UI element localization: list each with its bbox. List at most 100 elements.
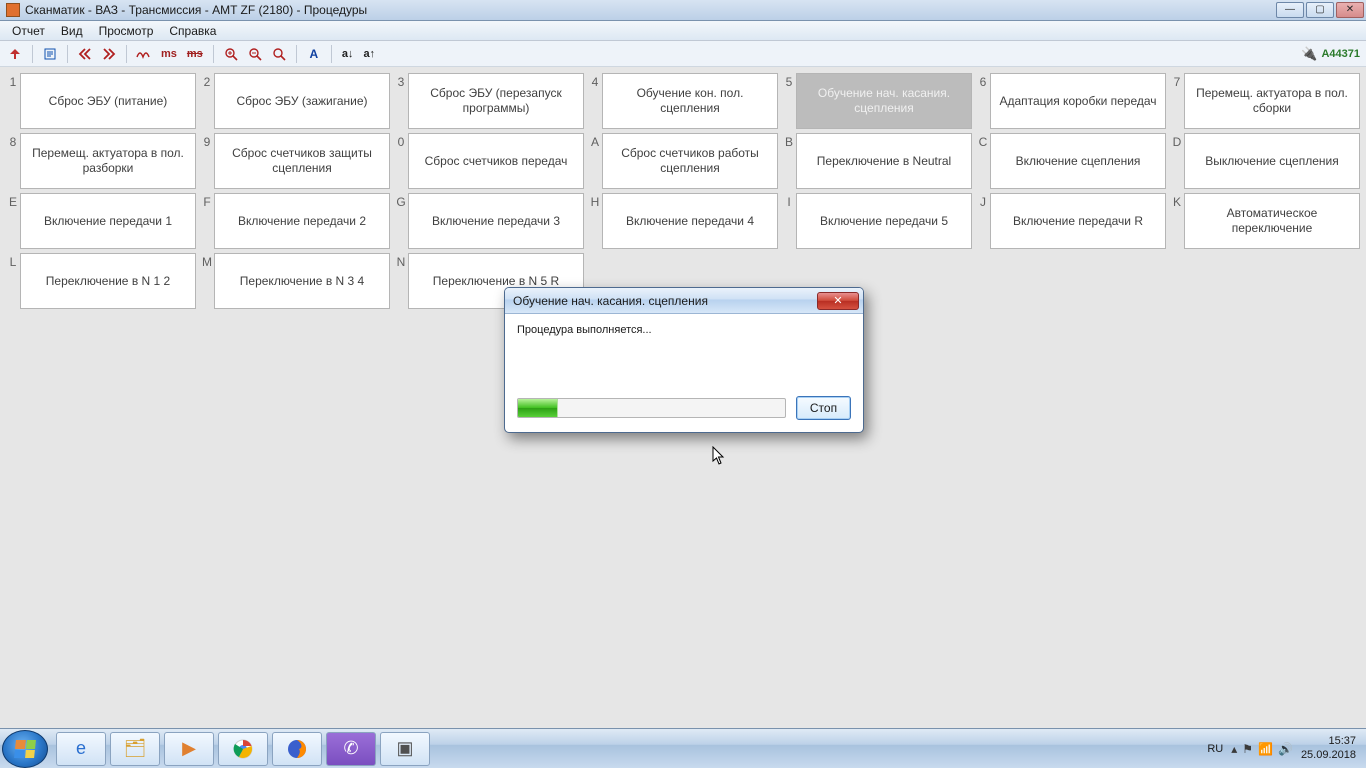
procedure-button[interactable]: Обучение кон. пол. сцепления: [602, 73, 778, 129]
procedure-button[interactable]: Включение передачи 3: [408, 193, 584, 249]
clock-date: 25.09.2018: [1301, 749, 1356, 762]
taskbar-explorer[interactable]: 🗂: [110, 732, 160, 766]
procedure-button[interactable]: Автоматическое переключение: [1184, 193, 1360, 249]
window-controls: — ▢ ✕: [1276, 2, 1366, 18]
procedure-button[interactable]: Сброс ЭБУ (зажигание): [214, 73, 390, 129]
window-titlebar: Сканматик - ВАЗ - Трансмиссия - AMT ZF (…: [0, 0, 1366, 21]
procedure-hotkey: L: [6, 253, 20, 309]
procedure-button[interactable]: Включение передачи 1: [20, 193, 196, 249]
notepad-icon[interactable]: [41, 45, 59, 63]
back-arrow-icon[interactable]: [6, 45, 24, 63]
toolbar: ms ms A a↓ a↑ 🔌 A44371: [0, 41, 1366, 67]
procedure-button[interactable]: Перемещ. актуатора в пол. разборки: [20, 133, 196, 189]
rewind-icon[interactable]: [76, 45, 94, 63]
dialog-titlebar[interactable]: Обучение нач. касания. сцепления ✕: [505, 288, 863, 314]
dialog-title: Обучение нач. касания. сцепления: [513, 294, 708, 308]
procedure-hotkey: 7: [1170, 73, 1184, 129]
toolbar-separator: [32, 45, 33, 63]
procedure-button[interactable]: Переключение в N 1 2: [20, 253, 196, 309]
tray-network-icon[interactable]: 📶: [1258, 742, 1273, 756]
procedure-cell: 6Адаптация коробки передач: [976, 73, 1166, 129]
toolbar-separator: [67, 45, 68, 63]
procedure-button[interactable]: Сброс счетчиков передач: [408, 133, 584, 189]
procedure-button[interactable]: Сброс ЭБУ (перезапуск программы): [408, 73, 584, 129]
ms-icon[interactable]: ms: [159, 45, 179, 63]
procedure-cell: AСброс счетчиков работы сцепления: [588, 133, 778, 189]
taskbar-viber[interactable]: ✆: [326, 732, 376, 766]
taskbar-firefox[interactable]: [272, 732, 322, 766]
procedure-hotkey: 6: [976, 73, 990, 129]
forward-icon[interactable]: [100, 45, 118, 63]
zoom-in-icon[interactable]: [222, 45, 240, 63]
dialog-bottom-row: Стоп: [517, 396, 851, 420]
zoom-reset-icon[interactable]: [270, 45, 288, 63]
procedure-button[interactable]: Обучение нач. касания. сцепления: [796, 73, 972, 129]
tray-icons: ▴ ⚑ 📶 🔊: [1231, 742, 1293, 756]
stop-button[interactable]: Стоп: [796, 396, 851, 420]
sort-asc-icon[interactable]: a↓: [340, 45, 356, 63]
procedure-button[interactable]: Включение передачи 5: [796, 193, 972, 249]
taskbar-media[interactable]: ▶: [164, 732, 214, 766]
procedure-cell: LПереключение в N 1 2: [6, 253, 196, 309]
procedure-hotkey: E: [6, 193, 20, 249]
menu-report[interactable]: Отчет: [4, 22, 53, 40]
procedure-button[interactable]: Перемещ. актуатора в пол. сборки: [1184, 73, 1360, 129]
procedure-button[interactable]: Переключение в Neutral: [796, 133, 972, 189]
procedure-button[interactable]: Выключение сцепления: [1184, 133, 1360, 189]
procedure-hotkey: 9: [200, 133, 214, 189]
windows-logo-icon: [14, 740, 36, 758]
plug-icon: 🔌: [1301, 46, 1317, 62]
taskbar-ie[interactable]: e: [56, 732, 106, 766]
dialog-close-button[interactable]: ✕: [817, 292, 859, 310]
procedure-hotkey: 1: [6, 73, 20, 129]
menu-view[interactable]: Вид: [53, 22, 91, 40]
language-indicator[interactable]: RU: [1207, 743, 1223, 755]
close-button[interactable]: ✕: [1336, 2, 1364, 18]
procedure-button[interactable]: Адаптация коробки передач: [990, 73, 1166, 129]
tray-flag-icon[interactable]: ⚑: [1242, 742, 1253, 756]
signal-icon[interactable]: [135, 45, 153, 63]
ms-strike-icon[interactable]: ms: [185, 45, 205, 63]
procedure-button[interactable]: Включение передачи 4: [602, 193, 778, 249]
start-button[interactable]: [2, 730, 48, 768]
maximize-button[interactable]: ▢: [1306, 2, 1334, 18]
tray-volume-icon[interactable]: 🔊: [1278, 742, 1293, 756]
toolbar-separator: [126, 45, 127, 63]
procedure-button[interactable]: Сброс счетчиков защиты сцепления: [214, 133, 390, 189]
procedure-button[interactable]: Сброс счетчиков работы сцепления: [602, 133, 778, 189]
system-tray: RU ▴ ⚑ 📶 🔊 15:37 25.09.2018: [1207, 735, 1366, 761]
procedure-cell: BПереключение в Neutral: [782, 133, 972, 189]
menu-help[interactable]: Справка: [161, 22, 224, 40]
zoom-out-icon[interactable]: [246, 45, 264, 63]
procedure-button[interactable]: Сброс ЭБУ (питание): [20, 73, 196, 129]
clock-time: 15:37: [1301, 735, 1356, 748]
procedure-cell: 0Сброс счетчиков передач: [394, 133, 584, 189]
procedure-cell: 1Сброс ЭБУ (питание): [6, 73, 196, 129]
letter-a-icon[interactable]: A: [305, 45, 323, 63]
sort-desc-icon[interactable]: a↑: [361, 45, 377, 63]
dialog-message: Процедура выполняется...: [517, 324, 851, 336]
clock[interactable]: 15:37 25.09.2018: [1301, 735, 1356, 761]
procedure-hotkey: 0: [394, 133, 408, 189]
progress-bar: [517, 398, 786, 418]
procedure-cell: 2Сброс ЭБУ (зажигание): [200, 73, 390, 129]
toolbar-separator: [331, 45, 332, 63]
procedure-hotkey: 2: [200, 73, 214, 129]
menubar: Отчет Вид Просмотр Справка: [0, 21, 1366, 41]
procedure-button[interactable]: Включение передачи R: [990, 193, 1166, 249]
procedure-cell: IВключение передачи 5: [782, 193, 972, 249]
procedure-button[interactable]: Включение передачи 2: [214, 193, 390, 249]
procedure-hotkey: I: [782, 193, 796, 249]
status-code: A44371: [1321, 48, 1360, 60]
menu-preview[interactable]: Просмотр: [91, 22, 162, 40]
procedure-hotkey: 3: [394, 73, 408, 129]
taskbar-chrome[interactable]: [218, 732, 268, 766]
procedure-button[interactable]: Переключение в N 3 4: [214, 253, 390, 309]
procedure-hotkey: H: [588, 193, 602, 249]
taskbar-app[interactable]: ▣: [380, 732, 430, 766]
toolbar-separator: [213, 45, 214, 63]
tray-arrow-icon[interactable]: ▴: [1231, 742, 1237, 756]
minimize-button[interactable]: —: [1276, 2, 1304, 18]
procedure-button[interactable]: Включение сцепления: [990, 133, 1166, 189]
procedure-cell: 4Обучение кон. пол. сцепления: [588, 73, 778, 129]
